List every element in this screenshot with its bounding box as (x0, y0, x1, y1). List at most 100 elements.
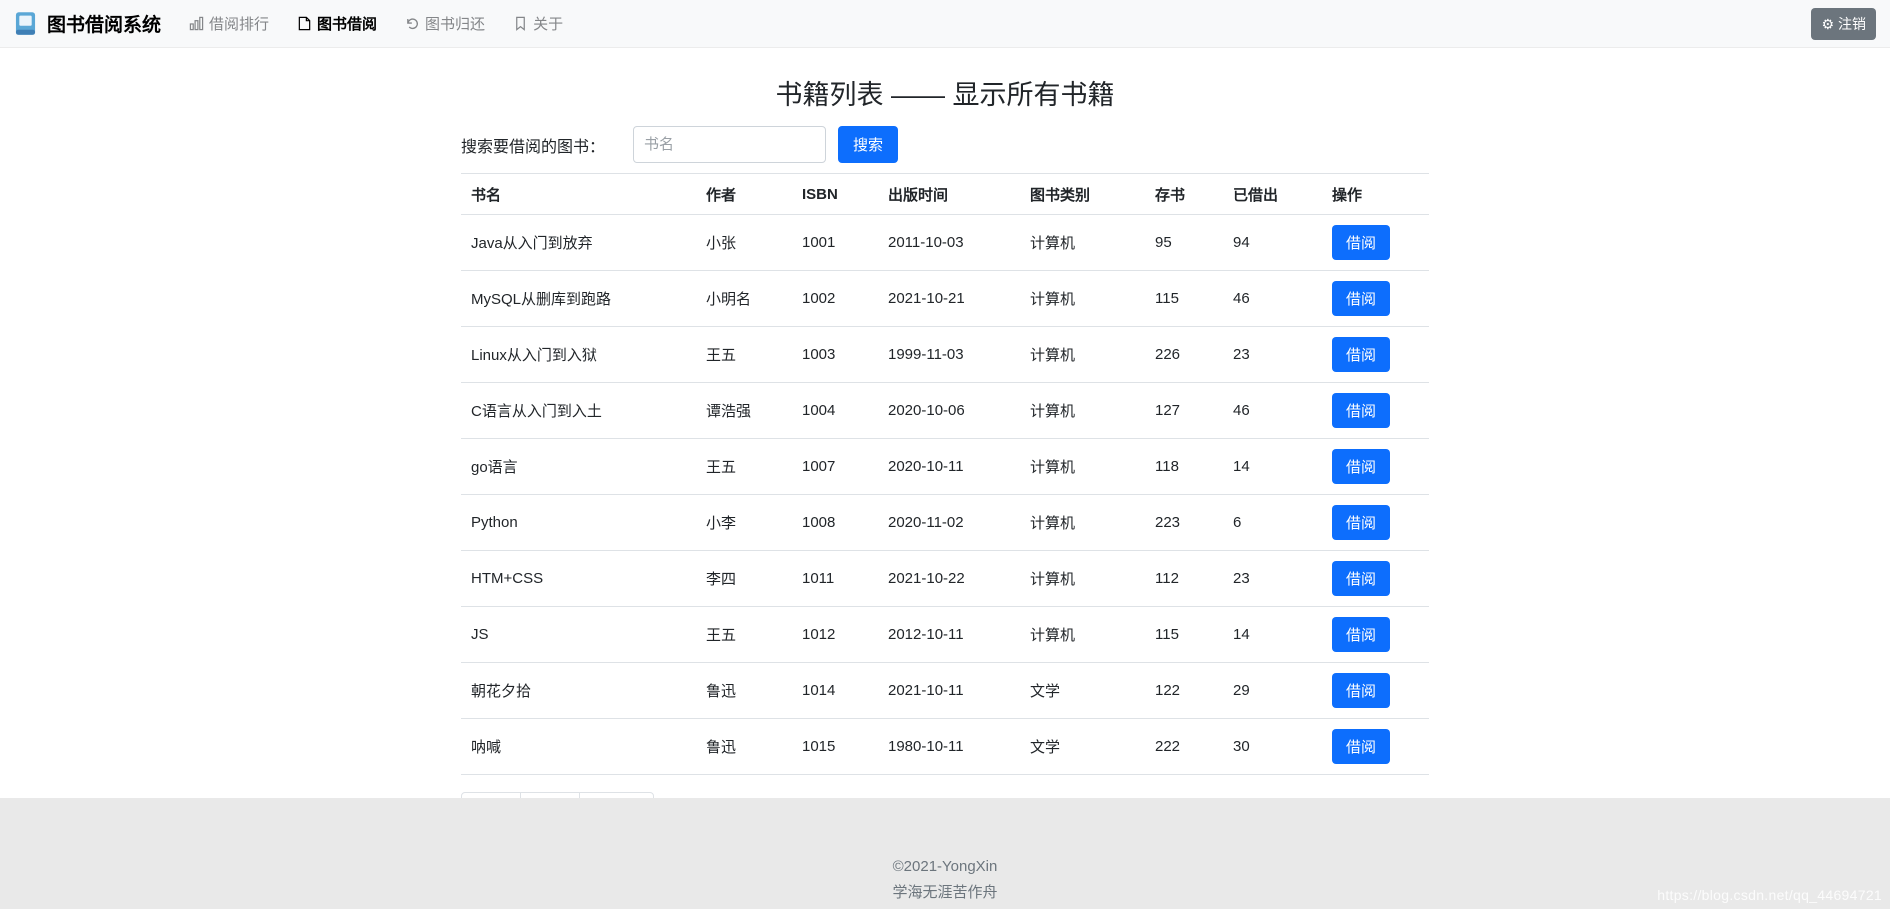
nav-item-rank[interactable]: 借阅排行 (189, 13, 269, 34)
navbar: 图书借阅系统 借阅排行 图书借阅 (0, 0, 1890, 48)
cell-author: 鲁迅 (696, 663, 792, 719)
cell-category: 文学 (1020, 663, 1145, 719)
brand-title: 图书借阅系统 (47, 10, 161, 37)
search-label: 搜索要借阅的图书： (461, 133, 605, 157)
col-header-borrowed: 已借出 (1223, 174, 1322, 215)
cell-stock: 115 (1145, 607, 1223, 663)
table-row: 朝花夕拾 鲁迅 1014 2021-10-11 文学 122 29 借阅 (461, 663, 1429, 719)
borrow-button[interactable]: 借阅 (1332, 673, 1390, 708)
search-button[interactable]: 搜索 (838, 126, 898, 163)
cell-borrowed: 94 (1223, 215, 1322, 271)
cell-stock: 118 (1145, 439, 1223, 495)
cell-pubdate: 2021-10-21 (878, 271, 1020, 327)
cell-book-title: Python (461, 495, 696, 551)
col-header-author: 作者 (696, 174, 792, 215)
cell-author: 谭浩强 (696, 383, 792, 439)
cell-action: 借阅 (1322, 383, 1429, 439)
cell-action: 借阅 (1322, 215, 1429, 271)
col-header-stock: 存书 (1145, 174, 1223, 215)
cell-isbn: 1001 (792, 215, 878, 271)
borrow-button[interactable]: 借阅 (1332, 337, 1390, 372)
cell-category: 计算机 (1020, 607, 1145, 663)
borrow-button[interactable]: 借阅 (1332, 561, 1390, 596)
cell-borrowed: 23 (1223, 327, 1322, 383)
csdn-watermark: https://blog.csdn.net/qq_44694721 (1657, 887, 1882, 903)
nav-item-label: 关于 (533, 13, 563, 34)
borrow-button[interactable]: 借阅 (1332, 225, 1390, 260)
nav-item-about[interactable]: 关于 (513, 13, 563, 34)
cell-pubdate: 2020-10-06 (878, 383, 1020, 439)
nav-links: 借阅排行 图书借阅 图书归还 (189, 13, 563, 34)
cell-isbn: 1012 (792, 607, 878, 663)
return-icon (405, 16, 420, 31)
nav-item-label: 图书归还 (425, 13, 485, 34)
borrow-button[interactable]: 借阅 (1332, 729, 1390, 764)
cell-pubdate: 1980-10-11 (878, 719, 1020, 775)
cell-author: 王五 (696, 607, 792, 663)
nav-item-borrow[interactable]: 图书借阅 (297, 13, 377, 34)
cell-category: 计算机 (1020, 271, 1145, 327)
cell-action: 借阅 (1322, 495, 1429, 551)
borrow-button[interactable]: 借阅 (1332, 505, 1390, 540)
table-header-row: 书名 作者 ISBN 出版时间 图书类别 存书 已借出 操作 (461, 174, 1429, 215)
cell-borrowed: 29 (1223, 663, 1322, 719)
about-icon (513, 16, 528, 31)
table-row: Java从入门到放弃 小张 1001 2011-10-03 计算机 95 94 … (461, 215, 1429, 271)
borrow-button[interactable]: 借阅 (1332, 449, 1390, 484)
cell-stock: 112 (1145, 551, 1223, 607)
cell-isbn: 1015 (792, 719, 878, 775)
cell-borrowed: 23 (1223, 551, 1322, 607)
footer-copyright: ©2021-YongXin (0, 854, 1890, 880)
cell-action: 借阅 (1322, 271, 1429, 327)
col-header-category: 图书类别 (1020, 174, 1145, 215)
cell-author: 王五 (696, 327, 792, 383)
table-row: Linux从入门到入狱 王五 1003 1999-11-03 计算机 226 2… (461, 327, 1429, 383)
cell-book-title: HTM+CSS (461, 551, 696, 607)
cell-pubdate: 2021-10-22 (878, 551, 1020, 607)
gear-icon: ⚙ (1821, 17, 1834, 31)
cell-category: 计算机 (1020, 327, 1145, 383)
cell-isbn: 1011 (792, 551, 878, 607)
table-row: MySQL从删库到跑路 小明名 1002 2021-10-21 计算机 115 … (461, 271, 1429, 327)
cell-category: 计算机 (1020, 215, 1145, 271)
borrow-button[interactable]: 借阅 (1332, 393, 1390, 428)
cell-author: 小明名 (696, 271, 792, 327)
cell-book-title: MySQL从删库到跑路 (461, 271, 696, 327)
logout-button[interactable]: ⚙ 注销 (1811, 8, 1876, 40)
borrow-button[interactable]: 借阅 (1332, 617, 1390, 652)
cell-book-title: go语言 (461, 439, 696, 495)
col-header-title: 书名 (461, 174, 696, 215)
cell-borrowed: 30 (1223, 719, 1322, 775)
cell-action: 借阅 (1322, 551, 1429, 607)
cell-pubdate: 2011-10-03 (878, 215, 1020, 271)
cell-isbn: 1007 (792, 439, 878, 495)
nav-item-label: 借阅排行 (209, 13, 269, 34)
brand[interactable]: 图书借阅系统 (12, 10, 161, 37)
table-row: C语言从入门到入土 谭浩强 1004 2020-10-06 计算机 127 46… (461, 383, 1429, 439)
cell-isbn: 1004 (792, 383, 878, 439)
cell-isbn: 1002 (792, 271, 878, 327)
cell-borrowed: 14 (1223, 439, 1322, 495)
cell-action: 借阅 (1322, 719, 1429, 775)
cell-borrowed: 46 (1223, 271, 1322, 327)
cell-category: 计算机 (1020, 495, 1145, 551)
search-input[interactable] (633, 126, 826, 163)
cell-action: 借阅 (1322, 663, 1429, 719)
cell-stock: 223 (1145, 495, 1223, 551)
col-header-action: 操作 (1322, 174, 1429, 215)
cell-pubdate: 1999-11-03 (878, 327, 1020, 383)
cell-isbn: 1003 (792, 327, 878, 383)
cell-pubdate: 2021-10-11 (878, 663, 1020, 719)
borrow-button[interactable]: 借阅 (1332, 281, 1390, 316)
nav-item-return[interactable]: 图书归还 (405, 13, 485, 34)
table-row: HTM+CSS 李四 1011 2021-10-22 计算机 112 23 借阅 (461, 551, 1429, 607)
logout-label: 注销 (1838, 14, 1866, 34)
cell-pubdate: 2020-11-02 (878, 495, 1020, 551)
cell-isbn: 1008 (792, 495, 878, 551)
cell-book-title: JS (461, 607, 696, 663)
table-row: 呐喊 鲁迅 1015 1980-10-11 文学 222 30 借阅 (461, 719, 1429, 775)
cell-stock: 222 (1145, 719, 1223, 775)
cell-isbn: 1014 (792, 663, 878, 719)
cell-stock: 115 (1145, 271, 1223, 327)
col-header-isbn: ISBN (792, 174, 878, 215)
